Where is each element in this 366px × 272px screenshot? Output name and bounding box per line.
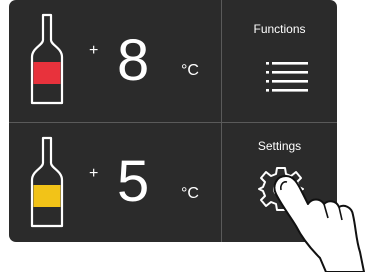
upper-zone-temperature[interactable]: + 8 °C: [9, 0, 221, 121]
temperature-unit: °C: [181, 62, 199, 79]
functions-label: Functions: [253, 22, 306, 36]
pointing-hand-icon: [273, 175, 365, 272]
functions-button[interactable]: Functions: [222, 0, 337, 121]
temperature-value: 8: [117, 28, 150, 93]
menu-list-icon: [266, 62, 308, 92]
temperature-value: 5: [117, 149, 150, 214]
wine-bottle-icon: [30, 136, 64, 228]
temperature-sign: +: [89, 42, 99, 59]
temperature-sign: +: [89, 165, 99, 182]
wine-bottle-icon: [30, 13, 64, 105]
bottle-label-yellow: [33, 185, 61, 207]
settings-label: Settings: [257, 139, 302, 153]
lower-zone-temperature[interactable]: + 5 °C: [9, 123, 221, 242]
temperature-unit: °C: [181, 185, 199, 202]
bottle-label-red: [33, 62, 61, 84]
